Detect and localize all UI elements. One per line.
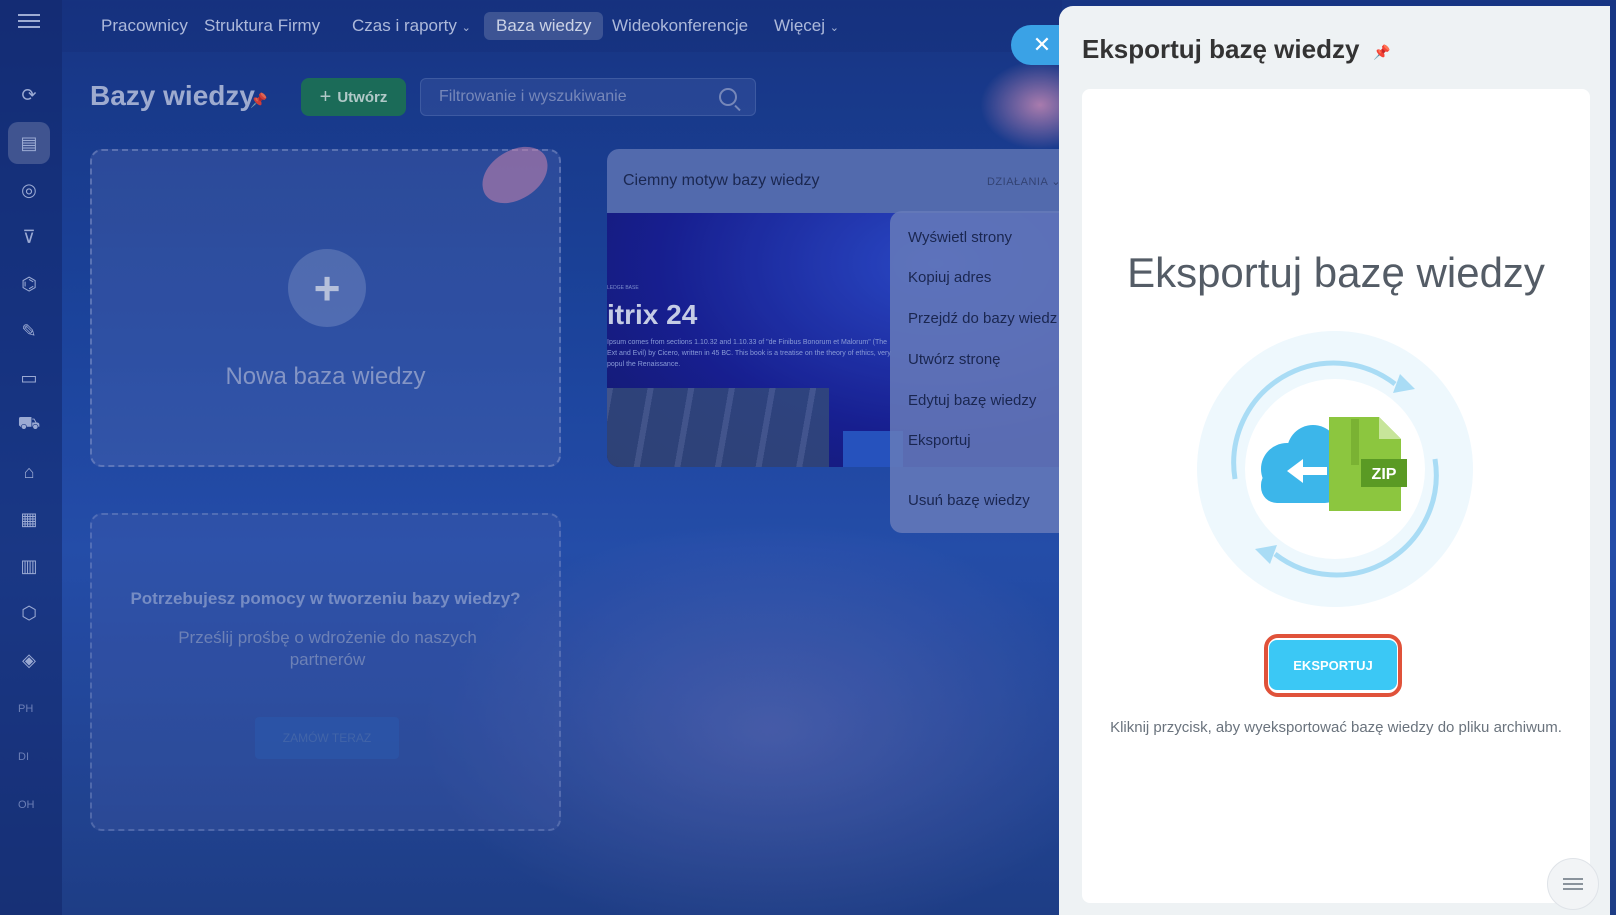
pin-icon[interactable]: 📌 xyxy=(250,92,268,110)
sidebar-label-ph[interactable]: PH xyxy=(18,703,33,715)
chart-icon[interactable]: ▥ xyxy=(14,551,44,581)
menu-item-create-page[interactable]: Utwórz stronę xyxy=(908,351,1001,368)
search-input[interactable]: Filtrowanie i wyszukiwanie xyxy=(420,78,756,116)
export-hint: Kliknij przycisk, aby wyeksportować bazę… xyxy=(1110,719,1562,736)
help-subtitle: Prześlij prośbę o wdrożenie do naszych p… xyxy=(178,628,477,669)
actions-dropdown[interactable]: DZIAŁANIA ⌄ xyxy=(987,175,1061,188)
sidebar-label-oh[interactable]: OH xyxy=(18,799,35,811)
search-placeholder: Filtrowanie i wyszukiwanie xyxy=(439,88,627,105)
preview-text: Ipsum comes from sections 1.10.32 and 1.… xyxy=(607,339,891,368)
help-card: Potrzebujesz pomocy w tworzeniu bazy wie… xyxy=(90,513,561,831)
menu-item-export[interactable]: Eksportuj xyxy=(908,432,971,449)
pin-icon[interactable]: 📌 xyxy=(1373,44,1390,61)
sidebar-label-di[interactable]: DI xyxy=(18,751,29,763)
nav-pracownicy[interactable]: Pracownicy xyxy=(89,12,200,40)
nav-wideokonferencje[interactable]: Wideokonferencje xyxy=(600,12,760,40)
crm-icon[interactable]: ⟳ xyxy=(14,80,44,110)
edit-icon[interactable]: ✎ xyxy=(14,316,44,346)
preview-kicker: LEDGE BASE xyxy=(607,285,639,291)
export-panel: Eksportuj bazę wiedzy 📌 Eksportuj bazę w… xyxy=(1059,6,1610,915)
calendar-icon[interactable]: ▦ xyxy=(14,504,44,534)
nav-wiecej[interactable]: Więcej ⌄ xyxy=(762,12,851,40)
kb-card-header: Ciemny motyw bazy wiedzy DZIAŁANIA ⌄ xyxy=(607,149,1077,213)
nav-struktura-firmy[interactable]: Struktura Firmy xyxy=(192,12,332,40)
chat-button[interactable] xyxy=(1547,858,1599,910)
robot-icon[interactable]: ⌬ xyxy=(14,269,44,299)
menu-icon[interactable] xyxy=(18,14,40,28)
cart-icon[interactable]: ⛟ xyxy=(14,410,44,440)
nav-baza-wiedzy[interactable]: Baza wiedzy xyxy=(484,12,604,40)
new-card-label: Nowa baza wiedzy xyxy=(225,363,426,390)
menu-item-go-to-kb[interactable]: Przejdź do bazy wiedz xyxy=(908,310,1057,327)
close-icon: ✕ xyxy=(1032,32,1052,57)
zip-label: ZIP xyxy=(1372,466,1397,483)
export-illustration: ZIP xyxy=(1197,331,1473,607)
panel-content: Eksportuj bazę wiedzy ZIP EKSPORTUJ Klik… xyxy=(1082,89,1590,903)
menu-item-copy-address[interactable]: Kopiuj adres xyxy=(908,269,991,286)
order-now-button[interactable]: ZAMÓW TERAZ xyxy=(255,717,399,759)
left-sidebar: ⟳ ▤ ◎ ⊽ ⌬ ✎ ▭ ⛟ ⌂ ▦ ▥ ⬡ ◈ PH DI OH xyxy=(0,0,62,915)
export-button[interactable]: EKSPORTUJ xyxy=(1269,640,1397,690)
settings-icon[interactable]: ⬡ xyxy=(14,598,44,628)
warehouse-icon[interactable]: ⌂ xyxy=(14,457,44,487)
kb-card-title[interactable]: Ciemny motyw bazy wiedzy xyxy=(623,172,820,190)
menu-item-view-pages[interactable]: Wyświetl strony xyxy=(908,229,1012,246)
export-heading: Eksportuj bazę wiedzy xyxy=(1127,249,1545,296)
preview-photo xyxy=(607,388,829,467)
package-icon[interactable]: ◈ xyxy=(14,645,44,675)
plus-icon: + xyxy=(288,249,366,327)
page-title: Bazy wiedzy xyxy=(90,80,255,111)
chevron-down-icon: ⌄ xyxy=(829,22,839,34)
top-navigation: Pracownicy Struktura Firmy Czas i raport… xyxy=(62,0,1062,52)
search-icon[interactable] xyxy=(719,88,737,106)
knowledge-base-icon[interactable]: ▤ xyxy=(8,122,50,164)
funnel-icon[interactable]: ⊽ xyxy=(14,222,44,252)
nav-czas-i-raporty[interactable]: Czas i raporty ⌄ xyxy=(340,12,483,40)
plus-icon: + xyxy=(319,85,332,108)
panel-title: Eksportuj bazę wiedzy xyxy=(1082,34,1360,64)
chevron-down-icon: ⌄ xyxy=(461,22,471,34)
document-icon[interactable]: ▭ xyxy=(14,363,44,393)
target-icon[interactable]: ◎ xyxy=(14,175,44,205)
create-button[interactable]: + Utwórz xyxy=(301,78,406,116)
preview-brand: itrix 24 xyxy=(607,299,698,330)
help-heading: Potrzebujesz pomocy w tworzeniu bazy wie… xyxy=(130,589,521,608)
menu-item-delete-kb[interactable]: Usuń bazę wiedzy xyxy=(908,492,1030,509)
list-icon xyxy=(1563,878,1583,890)
menu-item-edit-kb[interactable]: Edytuj bazę wiedzy xyxy=(908,392,1036,409)
